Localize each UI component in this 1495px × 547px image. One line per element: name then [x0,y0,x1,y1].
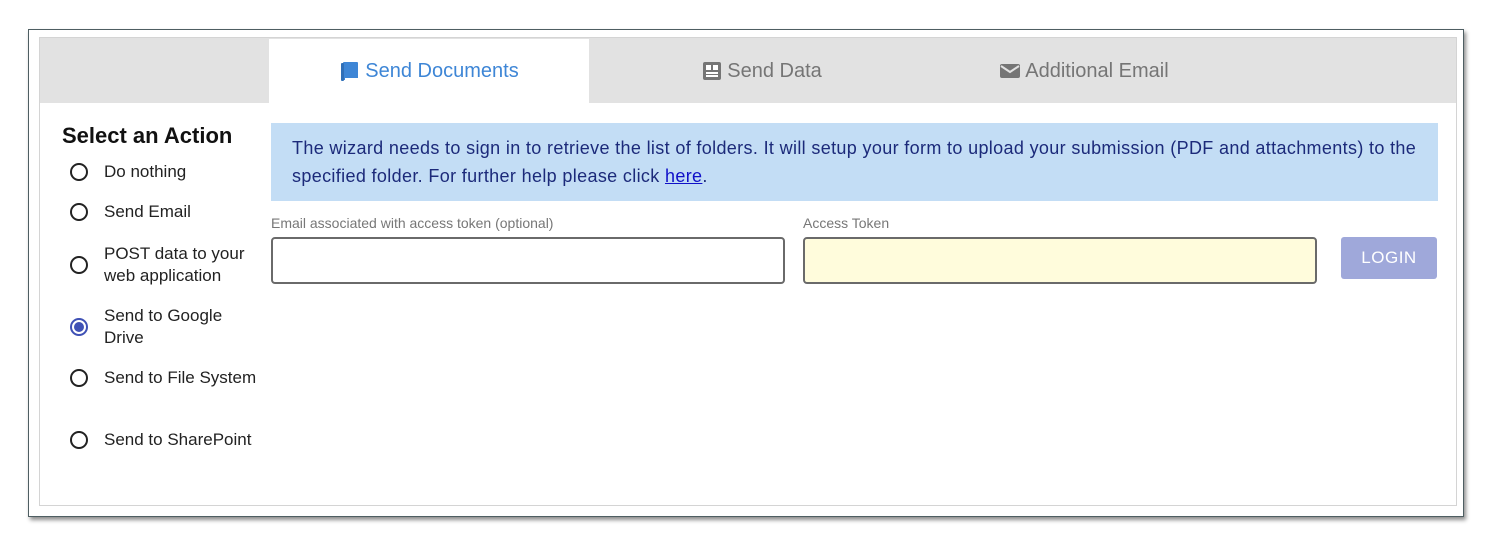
email-field[interactable] [271,237,785,284]
option-sharepoint[interactable]: Send to SharePoint [70,429,264,451]
option-label: Send to Google Drive [104,306,223,347]
option-label: Send to SharePoint [104,430,252,449]
envelope-icon [999,60,1021,82]
radio-button[interactable] [70,203,88,221]
tab-additional-email[interactable]: Additional Email [934,39,1234,103]
info-message: The wizard needs to sign in to retrieve … [271,123,1438,201]
option-post-data[interactable]: POST data to your web application [70,243,264,287]
radio-button[interactable] [70,163,88,181]
tab-label: Additional Email [1025,59,1169,82]
tab-label: Send Documents [365,59,519,82]
access-token-field[interactable] [803,237,1317,284]
tab-label: Send Data [727,59,822,82]
radio-button-selected[interactable] [70,318,88,336]
option-label: Send to File System [104,368,257,387]
info-text: The wizard needs to sign in to retrieve … [292,138,1417,186]
option-do-nothing[interactable]: Do nothing [70,161,264,183]
tab-send-data[interactable]: Send Data [589,39,934,103]
outer-frame: Send Documents Send Data Additional Emai… [28,29,1464,517]
option-label: Send Email [104,202,191,221]
option-file-system[interactable]: Send to File System [70,367,264,389]
action-panel: Send Documents Send Data Additional Emai… [39,37,1457,506]
info-suffix: . [702,166,708,186]
radio-button[interactable] [70,369,88,387]
option-label: Do nothing [104,162,187,181]
radio-button[interactable] [70,431,88,449]
option-google-drive[interactable]: Send to Google Drive [70,305,264,349]
login-button[interactable]: LOGIN [1341,237,1437,279]
table-icon [701,60,723,82]
radio-button[interactable] [70,256,88,274]
email-field-label: Email associated with access token (opti… [271,215,554,231]
sidebar-title: Select an Action [62,123,233,148]
tab-send-documents[interactable]: Send Documents [269,39,589,103]
tab-bar: Send Documents Send Data Additional Emai… [40,38,1456,103]
help-link[interactable]: here [665,166,702,186]
option-label: POST data to your web application [104,244,245,285]
option-send-email[interactable]: Send Email [70,201,264,223]
action-sidebar: Select an Action [62,123,272,149]
book-icon [339,60,361,82]
access-token-label: Access Token [803,215,890,231]
